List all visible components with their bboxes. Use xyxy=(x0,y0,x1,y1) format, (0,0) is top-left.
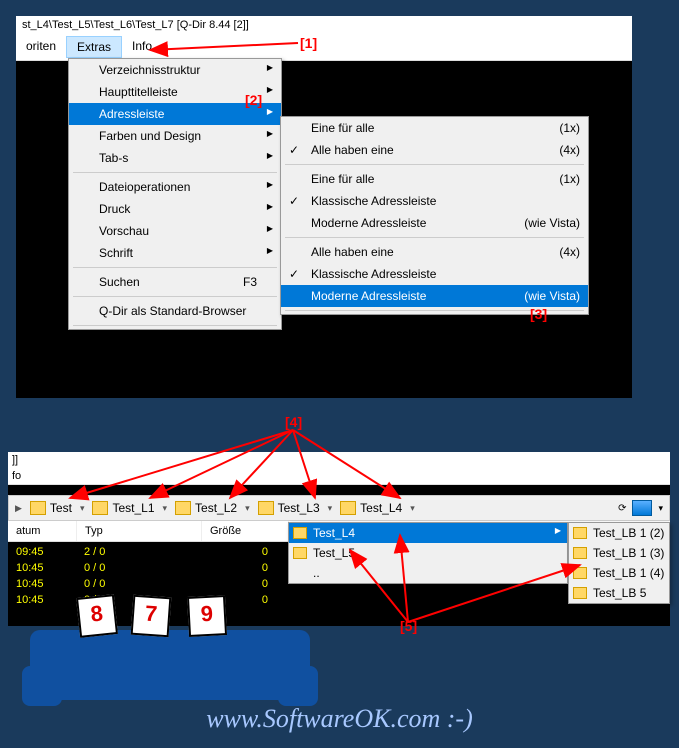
chevron-down-icon[interactable]: ▾ xyxy=(76,503,89,514)
check-icon: ✓ xyxy=(289,267,299,281)
bc-item-lb1-2[interactable]: Test_LB 1 (2) xyxy=(569,523,669,543)
decoration-couch xyxy=(30,630,310,700)
toolbar-strip xyxy=(8,485,670,495)
menubar: oriten Extras Info xyxy=(16,34,632,61)
chevron-right-icon[interactable]: ▶ xyxy=(11,503,26,514)
sub-all-have-one-1[interactable]: ✓Alle haben eine(4x) xyxy=(281,139,588,161)
menu-font[interactable]: Schrift xyxy=(69,242,281,264)
folder-icon xyxy=(293,547,307,559)
watermark: www.SoftwareOK.com :-) xyxy=(0,704,679,734)
breadcrumb-seg-l4[interactable]: Test_L4 xyxy=(336,497,406,519)
folder-icon xyxy=(573,587,587,599)
folder-icon xyxy=(340,501,356,515)
addressbar-submenu: Eine für alle(1x) ✓Alle haben eine(4x) E… xyxy=(280,116,589,315)
window-title: st_L4\Test_L5\Test_L6\Test_L7 [Q-Dir 8.4… xyxy=(16,16,632,34)
decoration-card: 9 xyxy=(187,595,227,637)
refresh-icon[interactable]: ⟳ xyxy=(618,503,626,514)
chevron-down-icon[interactable]: ▾ xyxy=(241,503,254,514)
check-icon: ✓ xyxy=(289,194,299,208)
menu-favorites[interactable]: oriten xyxy=(16,36,66,58)
menu-structure[interactable]: Verzeichnisstruktur xyxy=(69,59,281,81)
menu-addressbar[interactable]: Adressleiste xyxy=(69,103,281,125)
separator xyxy=(285,237,584,238)
menu-fileops[interactable]: Dateioperationen xyxy=(69,176,281,198)
sub-modern-1[interactable]: Moderne Adressleiste(wie Vista) xyxy=(281,212,588,234)
sub-all-have-one-2[interactable]: Alle haben eine(4x) xyxy=(281,241,588,263)
chevron-down-icon[interactable]: ▾ xyxy=(159,503,172,514)
sub-one-for-all-2[interactable]: Eine für alle(1x) xyxy=(281,168,588,190)
extras-dropdown: Verzeichnisstruktur Haupttitelleiste Adr… xyxy=(68,58,282,330)
sub-classic-1[interactable]: ✓Klassische Adressleiste xyxy=(281,190,588,212)
bottom-title: ]] xyxy=(8,452,670,468)
folder-icon xyxy=(573,547,587,559)
annotation-4: [4] xyxy=(285,414,302,430)
menu-info[interactable]: Info xyxy=(122,36,162,58)
menu-titlebar[interactable]: Haupttitelleiste xyxy=(69,81,281,103)
breadcrumb-dropdown-1: Test_L4 Test_L5 .. xyxy=(288,522,568,584)
menu-search[interactable]: SuchenF3 xyxy=(69,271,281,293)
chevron-down-icon[interactable]: ▾ xyxy=(406,503,419,514)
sub-one-for-all-1[interactable]: Eine für alle(1x) xyxy=(281,117,588,139)
bc-item-testl4[interactable]: Test_L4 xyxy=(289,523,567,543)
folder-icon xyxy=(573,567,587,579)
menu-print[interactable]: Druck xyxy=(69,198,281,220)
check-icon: ✓ xyxy=(289,143,299,157)
folder-icon xyxy=(175,501,191,515)
breadcrumb-seg-test[interactable]: Test xyxy=(26,497,76,519)
col-datum[interactable]: atum xyxy=(8,521,77,541)
folder-icon xyxy=(573,527,587,539)
breadcrumb-right-controls: ⟳ ▾ xyxy=(618,500,667,516)
menu-tabs[interactable]: Tab-s xyxy=(69,147,281,169)
separator xyxy=(73,325,277,326)
col-groesse[interactable]: Größe xyxy=(202,521,289,541)
menu-colors[interactable]: Farben und Design xyxy=(69,125,281,147)
separator xyxy=(73,267,277,268)
bc-item-lb1-3[interactable]: Test_LB 1 (3) xyxy=(569,543,669,563)
separator xyxy=(73,172,277,173)
menu-default-browser[interactable]: Q-Dir als Standard-Browser xyxy=(69,300,281,322)
separator xyxy=(285,164,584,165)
dropdown-icon[interactable]: ▾ xyxy=(658,503,663,514)
folder-icon xyxy=(293,527,307,539)
bc-item-lb5[interactable]: Test_LB 5 xyxy=(569,583,669,603)
decoration-card: 7 xyxy=(131,595,172,638)
sub-classic-2[interactable]: ✓Klassische Adressleiste xyxy=(281,263,588,285)
folder-icon xyxy=(30,501,46,515)
bc-item-testl5[interactable]: Test_L5 xyxy=(289,543,567,563)
col-typ[interactable]: Typ xyxy=(77,521,202,541)
breadcrumb-dropdown-2: Test_LB 1 (2) Test_LB 1 (3) Test_LB 1 (4… xyxy=(568,522,670,604)
bottom-menu: fo xyxy=(8,468,670,485)
menu-preview[interactable]: Vorschau xyxy=(69,220,281,242)
view-mode-icon[interactable] xyxy=(632,500,652,516)
separator xyxy=(73,296,277,297)
separator xyxy=(285,310,584,311)
decoration-card: 8 xyxy=(76,594,118,638)
breadcrumb-seg-l1[interactable]: Test_L1 xyxy=(88,497,158,519)
bc-item-lb1-4[interactable]: Test_LB 1 (4) xyxy=(569,563,669,583)
sub-modern-2[interactable]: Moderne Adressleiste(wie Vista) xyxy=(281,285,588,307)
menu-extras[interactable]: Extras xyxy=(66,36,122,58)
breadcrumb-seg-l2[interactable]: Test_L2 xyxy=(171,497,241,519)
top-screenshot-panel: st_L4\Test_L5\Test_L6\Test_L7 [Q-Dir 8.4… xyxy=(16,16,632,398)
folder-icon xyxy=(92,501,108,515)
breadcrumb-bar[interactable]: ▶ Test ▾ Test_L1 ▾ Test_L2 ▾ Test_L3 ▾ T… xyxy=(8,495,670,521)
breadcrumb-seg-l3[interactable]: Test_L3 xyxy=(254,497,324,519)
folder-icon xyxy=(258,501,274,515)
bc-item-up[interactable]: .. xyxy=(289,563,567,583)
chevron-down-icon[interactable]: ▾ xyxy=(324,503,337,514)
